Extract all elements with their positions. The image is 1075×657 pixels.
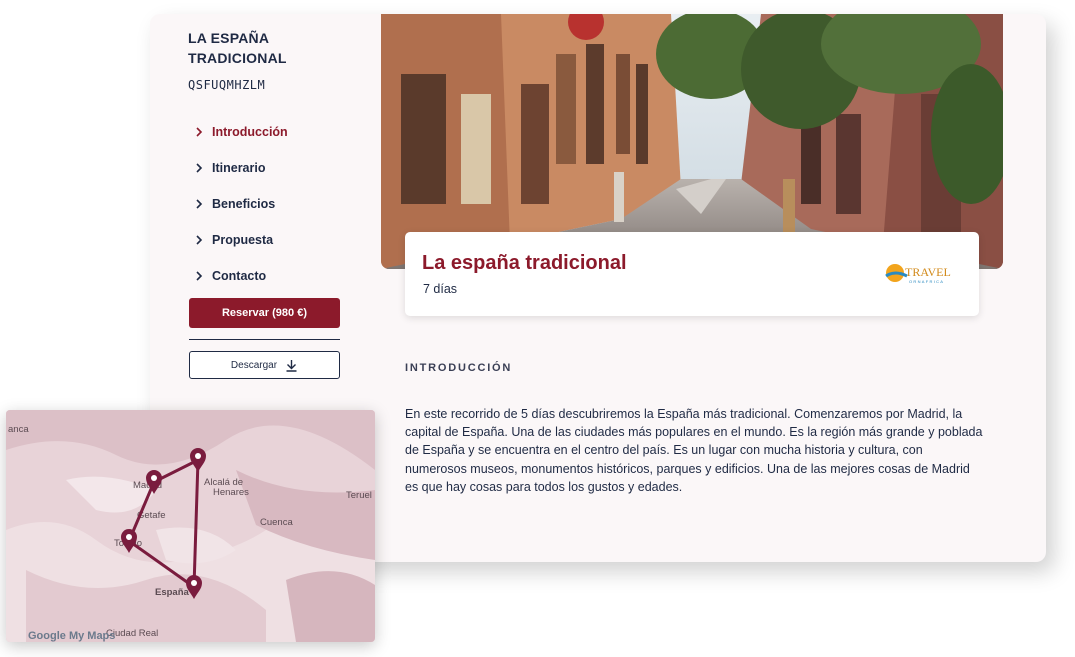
chevron-right-icon	[196, 235, 203, 245]
proposal-code: QSFUQMHZLM	[188, 78, 266, 92]
nav-item-label: Contacto	[212, 269, 267, 283]
map-label-espana: España	[155, 587, 190, 598]
section-label: INTRODUCCIÓN	[405, 362, 513, 374]
nav-item-label: Introducción	[212, 125, 288, 139]
logo-subtext: ORNAFRICA	[909, 279, 944, 284]
nav-item-label: Beneficios	[212, 197, 276, 211]
travel-agency-logo: TRAVEL ORNAFRICA	[885, 264, 951, 284]
map-label-salamanca: anca	[8, 424, 29, 435]
route-map[interactable]: anca Madrid Alcalá de Henares Getafe Tol…	[6, 410, 375, 642]
map-label-henares: Henares	[213, 487, 249, 498]
brand-title: LA ESPAÑA TRADICIONAL	[188, 30, 287, 66]
chevron-right-icon	[196, 127, 203, 137]
chevron-right-icon	[196, 271, 203, 281]
sidebar-nav: Introducción Itinerario Beneficios Propu…	[188, 114, 348, 294]
chevron-right-icon	[196, 199, 203, 209]
logo-text: TRAVEL	[905, 265, 951, 279]
map-attribution: Google My Maps	[28, 630, 115, 642]
nav-item-itinerario[interactable]: Itinerario	[188, 150, 348, 186]
sidebar: LA ESPAÑA TRADICIONAL QSFUQMHZLM Introdu…	[188, 28, 348, 294]
nav-item-beneficios[interactable]: Beneficios	[188, 186, 348, 222]
map-label-teruel: Teruel	[346, 490, 372, 501]
download-label: Descargar	[230, 359, 278, 371]
trip-duration: 7 días	[423, 282, 458, 296]
map-canvas: anca Madrid Alcalá de Henares Getafe Tol…	[6, 410, 375, 642]
reserve-button[interactable]: Reservar (980 €)	[189, 298, 340, 328]
nav-item-label: Itinerario	[212, 161, 266, 175]
map-label-cuenca: Cuenca	[260, 517, 293, 528]
chevron-right-icon	[196, 163, 203, 173]
sidebar-divider	[189, 339, 340, 340]
nav-item-label: Propuesta	[212, 233, 274, 247]
intro-paragraph: En este recorrido de 5 días descubriremo…	[405, 407, 983, 494]
street-photo	[381, 14, 1003, 269]
nav-item-propuesta[interactable]: Propuesta	[188, 222, 348, 258]
download-button[interactable]: Descargar	[189, 351, 340, 379]
download-icon	[286, 359, 297, 372]
nav-item-contacto[interactable]: Contacto	[188, 258, 348, 294]
hero-image	[381, 14, 1003, 269]
nav-item-introduccion[interactable]: Introducción	[188, 114, 348, 150]
trip-title-card: La españa tradicional 7 días TRAVEL ORNA…	[405, 232, 979, 316]
trip-title: La españa tradicional	[422, 252, 627, 274]
